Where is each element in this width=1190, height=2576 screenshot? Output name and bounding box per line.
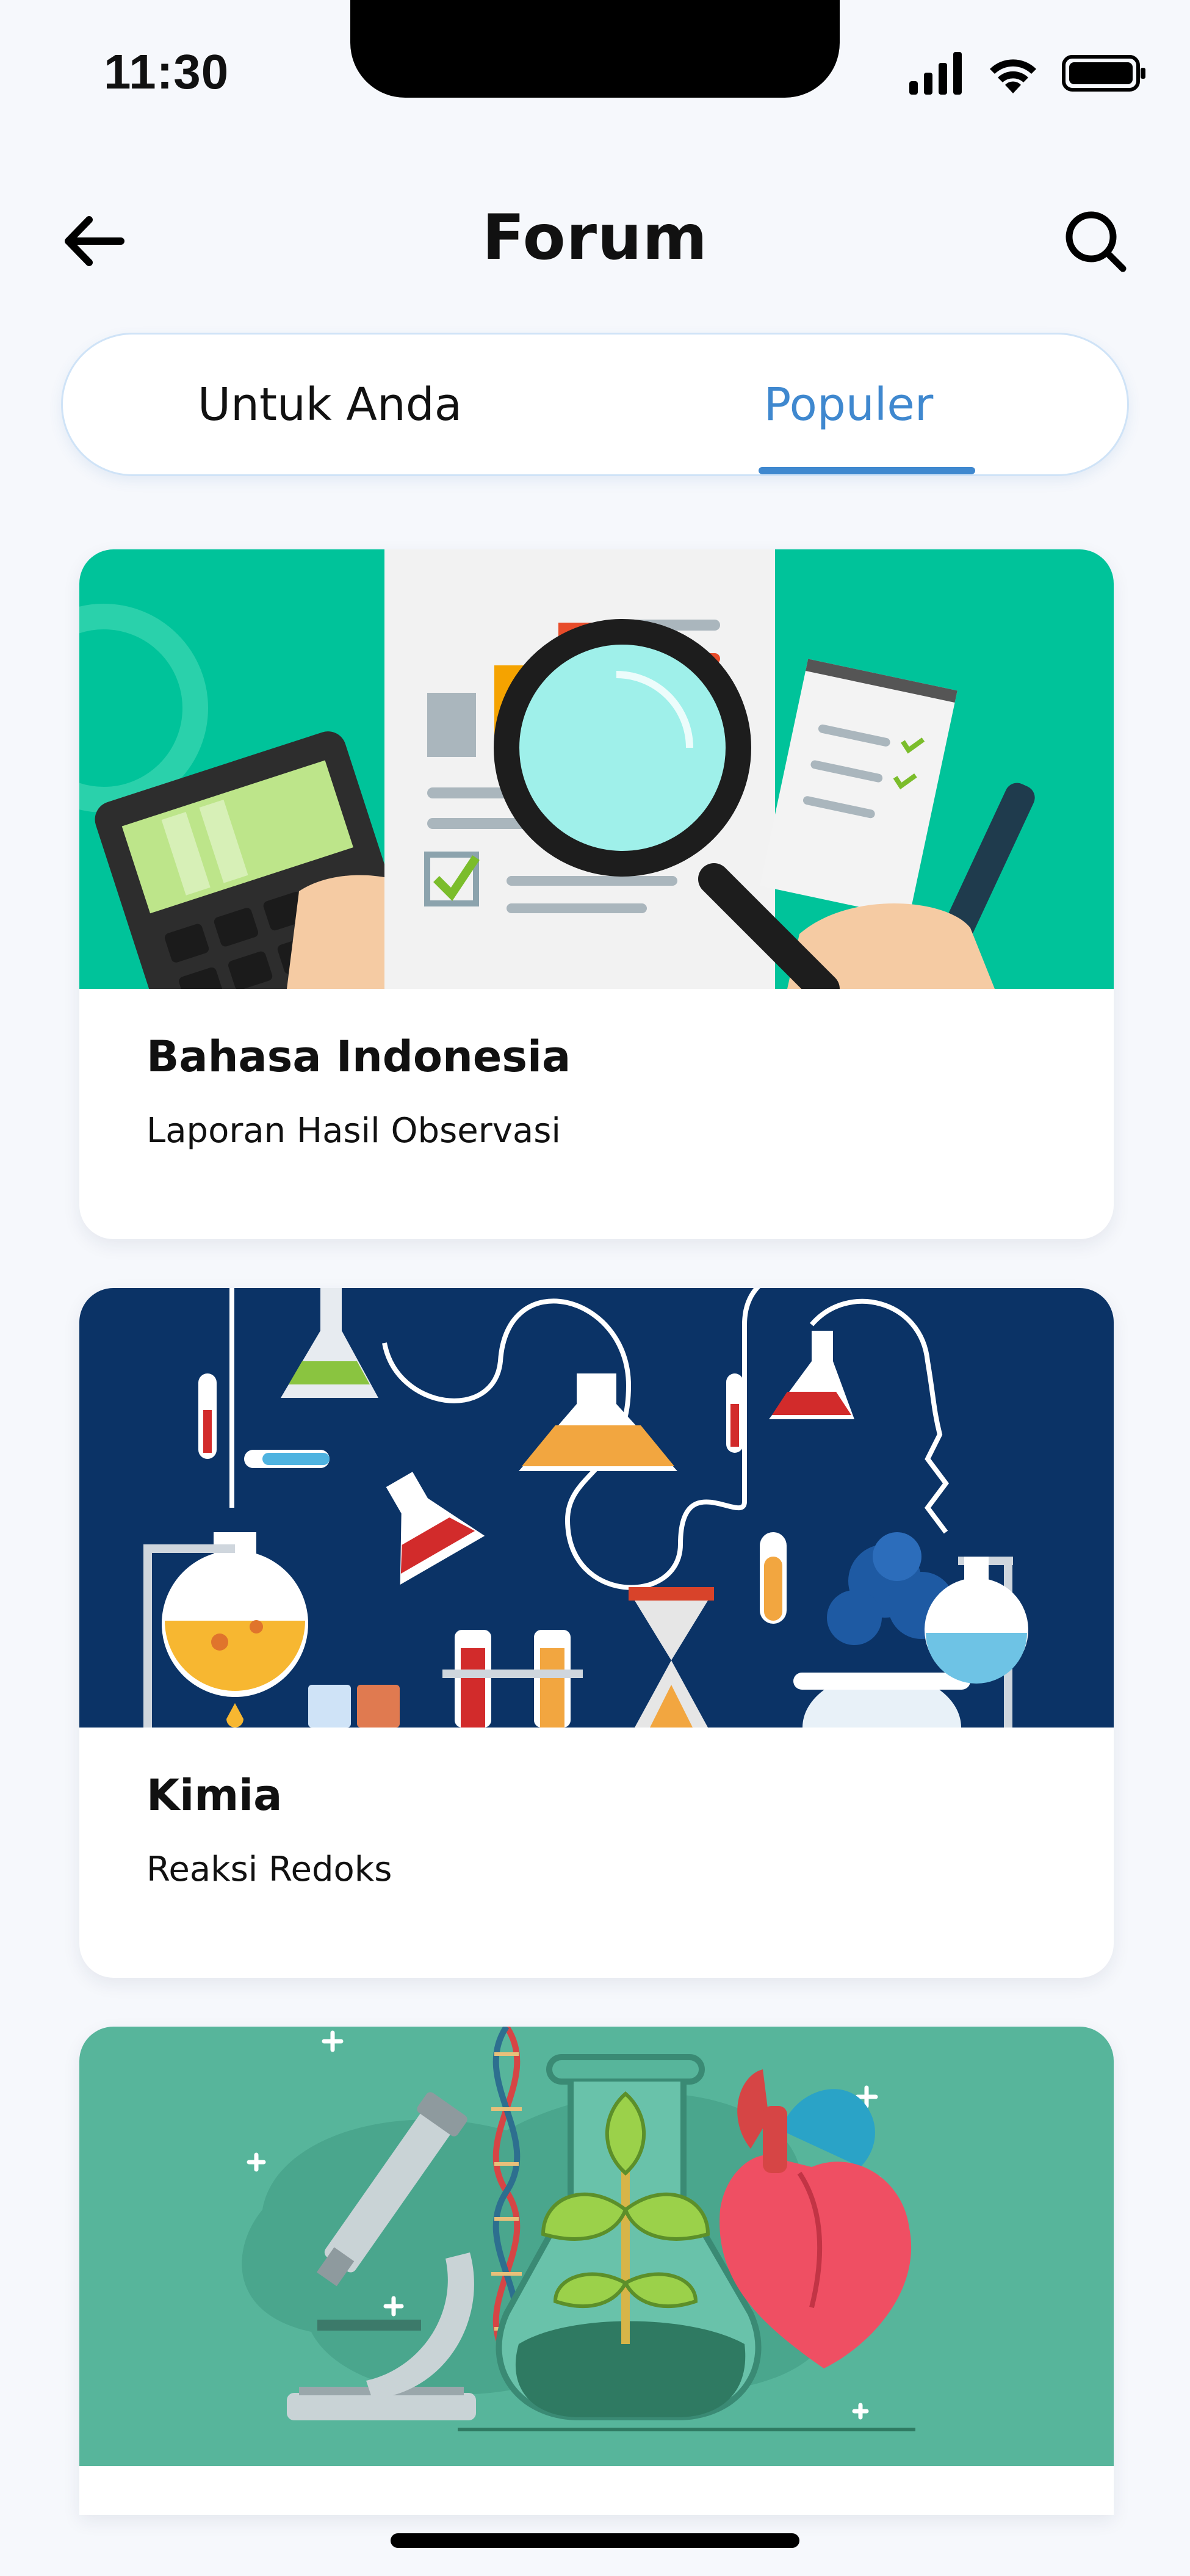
biology-science-illustration — [79, 2027, 1114, 2466]
tab-populer[interactable]: Populer — [582, 335, 1116, 474]
forum-card-kimia[interactable]: Kimia Reaksi Redoks — [79, 1288, 1114, 1978]
card-subtitle: Laporan Hasil Observasi — [146, 1111, 561, 1151]
cellular-signal-icon — [909, 52, 962, 95]
home-indicator[interactable] — [391, 2533, 799, 2548]
battery-icon — [1062, 55, 1145, 92]
forum-card-biology[interactable] — [79, 2027, 1114, 2515]
card-subtitle: Reaksi Redoks — [146, 1850, 392, 1889]
card-body: Kimia Reaksi Redoks — [79, 1728, 1114, 1978]
active-tab-indicator — [759, 467, 975, 474]
page-title: Forum — [482, 201, 708, 274]
search-button[interactable] — [1056, 201, 1135, 281]
card-title: Bahasa Indonesia — [146, 1032, 571, 1082]
wifi-icon — [990, 59, 1036, 93]
forum-card-bahasa-indonesia[interactable]: Bahasa Indonesia Laporan Hasil Observasi — [79, 549, 1114, 1239]
app-header: Forum — [0, 183, 1190, 293]
status-icons — [909, 52, 1147, 95]
card-title: Kimia — [146, 1770, 283, 1820]
status-bar: 11:30 — [0, 0, 1190, 134]
tab-bar: Untuk Anda Populer — [61, 333, 1129, 476]
chemistry-lab-illustration — [79, 1288, 1114, 1728]
document-analysis-illustration — [79, 549, 1114, 989]
device-notch — [350, 0, 840, 98]
tab-untuk-anda[interactable]: Untuk Anda — [63, 335, 597, 474]
card-body: Bahasa Indonesia Laporan Hasil Observasi — [79, 989, 1114, 1239]
phone-screen: 11:30 Forum Untuk Anda Populer Bahasa In… — [0, 0, 1190, 2576]
status-time: 11:30 — [104, 45, 229, 99]
search-icon — [1066, 211, 1127, 272]
